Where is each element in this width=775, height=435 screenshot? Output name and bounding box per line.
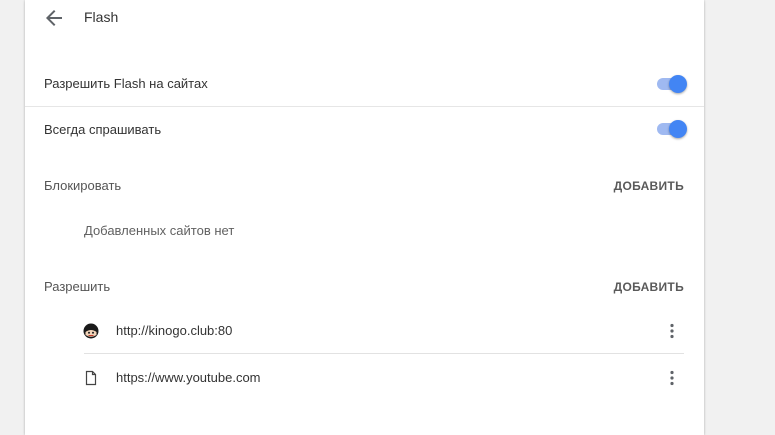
toggle-knob bbox=[669, 75, 687, 93]
list-item: http://kinogo.club:80 bbox=[25, 308, 704, 354]
block-add-button[interactable]: ДОБАВИТЬ bbox=[614, 179, 684, 193]
list-item: https://www.youtube.com bbox=[25, 355, 704, 401]
more-actions-button[interactable] bbox=[662, 368, 682, 388]
site-url[interactable]: http://kinogo.club:80 bbox=[116, 323, 232, 338]
allow-add-button[interactable]: ДОБАВИТЬ bbox=[614, 280, 684, 294]
toggle-knob bbox=[669, 120, 687, 138]
block-empty-text: Добавленных сайтов нет bbox=[84, 223, 235, 238]
always-ask-toggle[interactable] bbox=[655, 119, 687, 139]
allow-section-title: Разрешить bbox=[44, 279, 111, 294]
always-ask-label: Всегда спрашивать bbox=[44, 122, 162, 137]
settings-card: Flash Разрешить Flash на сайтах Всегда с… bbox=[25, 0, 704, 435]
more-actions-button[interactable] bbox=[662, 321, 682, 341]
more-vert-icon bbox=[670, 370, 674, 386]
divider bbox=[25, 106, 704, 107]
site-favicon-icon bbox=[83, 323, 99, 339]
always-ask-row: Всегда спрашивать bbox=[25, 111, 704, 151]
page-title: Flash bbox=[84, 9, 119, 25]
allow-flash-toggle[interactable] bbox=[655, 74, 687, 94]
block-section-title: Блокировать bbox=[44, 178, 122, 193]
more-vert-icon bbox=[670, 323, 674, 339]
back-button[interactable] bbox=[42, 6, 66, 30]
list-divider bbox=[84, 353, 684, 354]
allow-flash-label: Разрешить Flash на сайтах bbox=[44, 76, 208, 91]
subpage-header: Flash bbox=[25, 0, 704, 36]
arrow-back-icon bbox=[46, 10, 62, 26]
allow-flash-row: Разрешить Flash на сайтах bbox=[25, 66, 704, 106]
site-url[interactable]: https://www.youtube.com bbox=[116, 370, 261, 385]
document-icon bbox=[83, 370, 99, 386]
